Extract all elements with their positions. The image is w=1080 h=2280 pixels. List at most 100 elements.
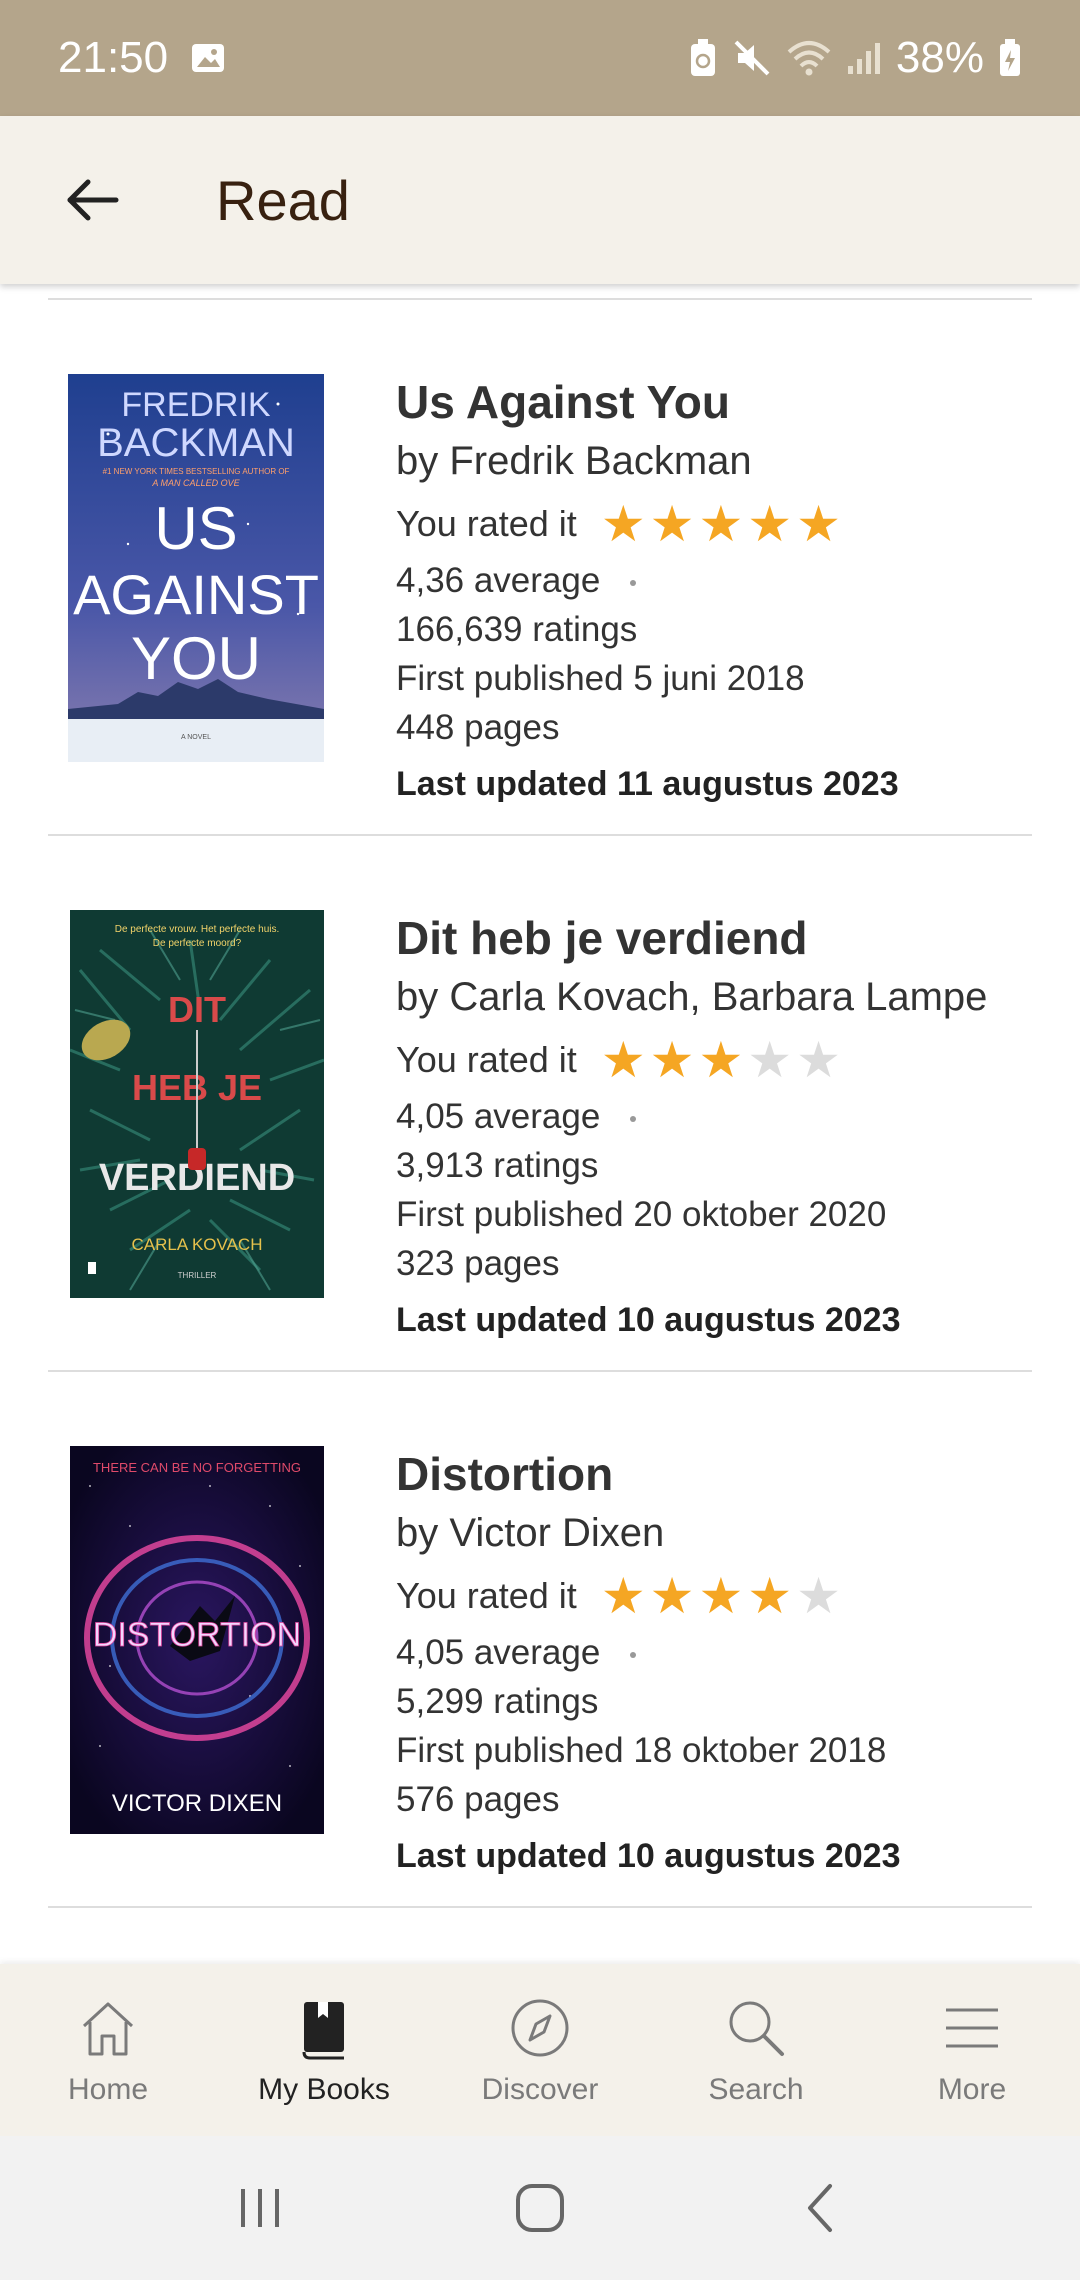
star-filled-icon[interactable]: ★ [601,1571,646,1621]
book-info: Distortion by Victor Dixen You rated it … [396,1446,1032,1886]
star-rating[interactable]: ★ ★ ★ ★ ★ [601,1571,841,1621]
book-author[interactable]: by Fredrik Backman [396,430,1032,492]
star-filled-icon[interactable]: ★ [747,499,792,549]
app-bar: Read [0,116,1080,284]
svg-text:DIT: DIT [168,989,226,1030]
separator-dot [630,1651,637,1658]
star-filled-icon[interactable]: ★ [698,499,743,549]
svg-text:YOU: YOU [131,625,261,692]
book-info: Dit heb je verdiend by Carla Kovach, Bar… [396,910,1032,1350]
svg-text:A MAN CALLED OVE: A MAN CALLED OVE [151,478,240,488]
battery-charging-icon [998,38,1022,78]
separator-dot [630,579,637,586]
user-rating: You rated it ★ ★ ★ ★ ★ [396,1028,1032,1092]
nav-more[interactable]: More [864,1964,1080,2136]
star-filled-icon[interactable]: ★ [650,1571,695,1621]
star-rating[interactable]: ★ ★ ★ ★ ★ [601,499,841,549]
star-filled-icon[interactable]: ★ [698,1035,743,1085]
svg-text:VICTOR DIXEN: VICTOR DIXEN [112,1790,282,1817]
svg-text:De perfecte vrouw. Het perfect: De perfecte vrouw. Het perfecte huis. [115,924,280,935]
star-filled-icon[interactable]: ★ [601,1035,646,1085]
home-circle-icon [516,2184,564,2232]
signal-icon [846,40,882,76]
last-updated: Last updated 10 augustus 2023 [396,1837,901,1875]
nav-discover[interactable]: Discover [432,1964,648,2136]
average-rating: 4,05 average [396,1628,1032,1677]
mute-icon [732,38,772,78]
ratings-count: 5,299 ratings [396,1682,599,1721]
bottom-navigation: Home My Books Discover Search More [0,1964,1080,2136]
last-updated: Last updated 11 augustus 2023 [396,765,899,803]
star-filled-icon[interactable]: ★ [698,1571,743,1621]
ratings-count: 166,639 ratings [396,610,638,649]
system-navigation-bar [0,2136,1080,2280]
nav-label: My Books [258,2073,390,2106]
star-filled-icon[interactable]: ★ [650,499,695,549]
book-title[interactable]: Us Against You [396,374,1032,430]
svg-text:#1 NEW YORK TIMES BESTSELLING: #1 NEW YORK TIMES BESTSELLING AUTHOR OF [103,467,290,476]
nav-label: Discover [481,2073,599,2106]
menu-icon [937,1993,1007,2063]
first-published: First published 18 oktober 2018 [396,1731,887,1770]
rated-label: You rated it [396,1575,577,1616]
star-filled-icon[interactable]: ★ [796,499,841,549]
status-time: 21:50 [58,33,169,82]
svg-text:BACKMAN: BACKMAN [97,421,295,465]
nav-label: Search [708,2073,804,2106]
gallery-notification-icon [190,40,226,76]
last-updated: Last updated 10 augustus 2023 [396,1301,901,1339]
book-icon [289,1993,359,2063]
star-empty-icon[interactable]: ★ [747,1035,792,1085]
svg-text:THERE CAN BE NO FORGETTING: THERE CAN BE NO FORGETTING [93,1460,301,1475]
battery-percent: 38% [895,33,984,82]
book-author[interactable]: by Carla Kovach, Barbara Lampe [396,966,1032,1028]
first-published: First published 20 oktober 2020 [396,1195,887,1234]
book-author[interactable]: by Victor Dixen [396,1502,1032,1564]
book-item[interactable]: FREDRIK BACKMAN #1 NEW YORK TIMES BESTSE… [48,300,1032,836]
status-bar: 21:50 38% [0,0,1080,116]
book-title[interactable]: Distortion [396,1446,1032,1502]
svg-text:A NOVEL: A NOVEL [181,734,211,741]
home-system-button[interactable] [480,2158,600,2258]
star-empty-icon[interactable]: ★ [796,1035,841,1085]
star-filled-icon[interactable]: ★ [747,1571,792,1621]
average-rating: 4,36 average [396,556,1032,605]
svg-text:THRILLER: THRILLER [178,1271,217,1280]
search-icon [721,1993,791,2063]
nav-search[interactable]: Search [648,1964,864,2136]
back-system-button[interactable] [760,2158,880,2258]
page-count: 323 pages [396,1244,560,1283]
star-empty-icon[interactable]: ★ [796,1571,841,1621]
recent-apps-button[interactable] [200,2158,320,2258]
svg-text:FREDRIK: FREDRIK [121,386,271,424]
user-rating: You rated it ★ ★ ★ ★ ★ [396,492,1032,556]
book-cover[interactable]: FREDRIK BACKMAN #1 NEW YORK TIMES BESTSE… [68,374,324,762]
home-icon [73,1993,143,2063]
svg-text:CARLA KOVACH: CARLA KOVACH [131,1235,262,1254]
svg-text:US: US [154,495,237,562]
nav-home[interactable]: Home [0,1964,216,2136]
book-info: Us Against You by Fredrik Backman You ra… [396,374,1032,814]
book-item[interactable]: THERE CAN BE NO FORGETTING DISTORTION VI… [48,1372,1032,1908]
book-list[interactable]: FREDRIK BACKMAN #1 NEW YORK TIMES BESTSE… [0,284,1080,1964]
battery-saver-icon [688,38,718,78]
svg-text:De perfecte moord?: De perfecte moord? [153,938,242,949]
book-title[interactable]: Dit heb je verdiend [396,910,1032,966]
first-published: First published 5 juni 2018 [396,659,805,698]
book-cover[interactable]: THERE CAN BE NO FORGETTING DISTORTION VI… [70,1446,324,1834]
page-count: 448 pages [396,708,560,747]
nav-label: Home [67,2073,149,2106]
back-button[interactable] [0,116,190,284]
user-rating: You rated it ★ ★ ★ ★ ★ [396,1564,1032,1628]
rated-label: You rated it [396,1039,577,1080]
book-cover[interactable]: De perfecte vrouw. Het perfecte huis. De… [70,910,324,1298]
star-filled-icon[interactable]: ★ [650,1035,695,1085]
rated-label: You rated it [396,503,577,544]
nav-my-books[interactable]: My Books [216,1964,432,2136]
arrow-left-icon [67,179,119,221]
recent-apps-icon [241,2189,279,2227]
star-filled-icon[interactable]: ★ [601,499,646,549]
book-item[interactable]: De perfecte vrouw. Het perfecte huis. De… [48,836,1032,1372]
star-rating[interactable]: ★ ★ ★ ★ ★ [601,1035,841,1085]
page-title: Read [216,168,350,232]
